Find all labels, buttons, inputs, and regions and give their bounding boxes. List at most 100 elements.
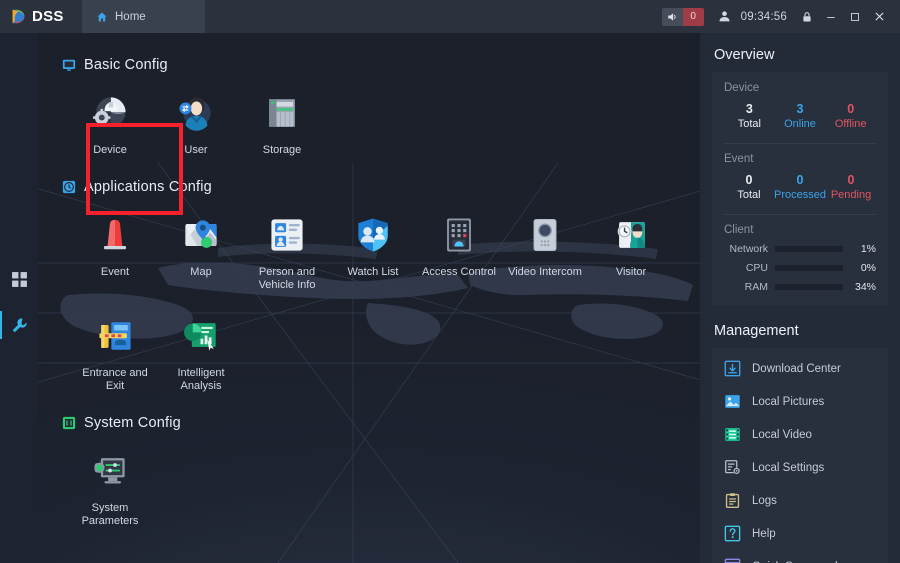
barrier-gate-icon (99, 322, 131, 350)
user-icon[interactable] (713, 0, 737, 33)
tile-person-vehicle-info[interactable]: Person and Vehicle Info (244, 199, 330, 300)
tile-access-control[interactable]: Access Control (416, 199, 502, 287)
tile-map[interactable]: Map (158, 199, 244, 287)
management-item-help-label: Help (752, 527, 776, 540)
tile-intelligent-analysis[interactable]: Intelligent Analysis (158, 300, 244, 401)
visitor-badge-icon (617, 222, 645, 248)
tile-event[interactable]: Event (72, 199, 158, 287)
download-icon (724, 360, 741, 377)
left-rail (0, 33, 38, 563)
device-stat-total: 3 Total (724, 101, 775, 132)
code-icon (724, 558, 741, 563)
management-item-local-settings-label: Local Settings (752, 461, 825, 474)
event-stat-pending: 0 Pending (826, 172, 876, 203)
tile-system-parameters[interactable]: System Parameters (67, 435, 153, 536)
device-total-caption: Total (737, 118, 761, 130)
main-content: Basic Config Device User Storage Applica… (38, 33, 700, 563)
wrench-icon (12, 317, 27, 332)
tile-user-label: User (184, 144, 208, 156)
maximize-icon[interactable] (843, 0, 867, 33)
id-card-icon (271, 219, 303, 251)
management-card: Download Center Local Pictures Local Vid… (712, 348, 888, 563)
management-item-local-settings[interactable]: Local Settings (712, 451, 888, 484)
speaker-icon[interactable] (661, 7, 683, 26)
intercom-station-icon (533, 218, 557, 252)
tile-visitor[interactable]: Visitor (588, 199, 674, 287)
system-parameters-icon (94, 458, 125, 484)
client-bars: Network 1% CPU 0% RAM 34% (724, 243, 876, 293)
event-pending-value: 0 (847, 173, 855, 187)
event-stat-total: 0 Total (724, 172, 774, 203)
tile-storage-label: Storage (262, 144, 302, 156)
tile-video-intercom[interactable]: Video Intercom (502, 199, 588, 287)
tile-entrance-and-exit[interactable]: Entrance and Exit (72, 300, 158, 401)
management-item-help[interactable]: Help (712, 517, 888, 550)
volume-control[interactable]: 0 (661, 7, 704, 26)
storage-server-icon (269, 99, 295, 127)
device-section-label: Device (724, 82, 760, 94)
rail-item-config[interactable] (0, 310, 38, 340)
watchlist-shield-icon (358, 218, 388, 252)
section-system-config: System Config System Parameters (62, 415, 700, 536)
cpu-value: 0% (860, 262, 876, 274)
clipboard-icon (725, 493, 740, 508)
network-value: 1% (860, 243, 876, 255)
section-applications-tiles-row1: Event Map Person and Vehicle Info Watch … (72, 199, 700, 300)
clock-circle-icon (62, 180, 76, 194)
device-online-caption: Online (784, 118, 816, 130)
tile-watch-list[interactable]: Watch List (330, 199, 416, 287)
monitor-icon (62, 59, 76, 71)
event-stat-processed: 0 Processed (774, 172, 826, 203)
minimize-icon[interactable] (819, 0, 843, 33)
title-bar: DSS Home 0 09:34:56 (0, 0, 900, 33)
section-basic-header: Basic Config (62, 57, 700, 73)
device-helmet-gear-icon (93, 97, 126, 127)
device-stats: 3 Total 3 Online 0 Offline (724, 101, 876, 132)
event-section-label: Event (724, 153, 754, 165)
overview-card: Device 3 Total 3 Online 0 Offline Event … (712, 72, 888, 305)
tile-storage[interactable]: Storage (239, 77, 325, 165)
right-panel: Overview Device 3 Total 3 Online 0 Offli… (700, 33, 900, 563)
app-logo-text: DSS (32, 8, 64, 25)
lock-icon[interactable] (795, 0, 819, 33)
ram-label: RAM (744, 281, 768, 293)
app-logo: DSS (0, 0, 82, 33)
alarm-beacon-icon (104, 219, 126, 250)
section-basic-config: Basic Config Device User Storage (62, 57, 700, 165)
analytics-chart-icon (184, 323, 216, 351)
tile-event-label: Event (100, 266, 130, 278)
management-item-local-video[interactable]: Local Video (712, 418, 888, 451)
device-stat-offline: 0 Offline (825, 101, 876, 132)
tile-device[interactable]: Device (67, 77, 153, 165)
sliders-square-icon (62, 416, 76, 430)
tile-access-control-label: Access Control (422, 266, 496, 278)
tile-intelligent-analysis-label: Intelligent Analysis (177, 367, 225, 392)
tile-user[interactable]: User (153, 77, 239, 165)
tab-home-label: Home (115, 10, 146, 23)
management-item-quick-commands[interactable]: Quick Commands (712, 550, 888, 563)
management-item-download-center[interactable]: Download Center (712, 352, 888, 385)
film-icon (725, 428, 740, 441)
dss-client-window: DSS Home 0 09:34:56 Basic Config Device … (0, 0, 900, 563)
device-offline-caption: Offline (834, 118, 867, 130)
tile-entrance-and-exit-label: Entrance and Exit (82, 367, 148, 392)
section-basic-tiles: Device User Storage (67, 77, 700, 165)
management-item-logs[interactable]: Logs (712, 484, 888, 517)
management-item-logs-label: Logs (752, 494, 777, 507)
client-bar-network: Network 1% (724, 243, 876, 255)
management-item-local-pictures[interactable]: Local Pictures (712, 385, 888, 418)
tile-person-vehicle-info-label: Person and Vehicle Info (258, 266, 316, 291)
tile-device-label: Device (93, 144, 127, 156)
tile-visitor-label: Visitor (615, 266, 647, 278)
tab-home[interactable]: Home (82, 0, 205, 33)
close-icon[interactable] (867, 0, 891, 33)
home-icon (97, 12, 107, 21)
event-processed-value: 0 (796, 173, 804, 187)
client-section-label: Client (724, 224, 754, 236)
rail-item-apps-grid[interactable] (0, 264, 38, 294)
picture-icon (725, 395, 740, 408)
titlebar-spacer (205, 0, 662, 33)
section-applications-tiles-row2: Entrance and Exit Intelligent Analysis (72, 300, 700, 401)
management-title: Management (714, 323, 799, 339)
section-applications-title: Applications Config (84, 179, 212, 195)
